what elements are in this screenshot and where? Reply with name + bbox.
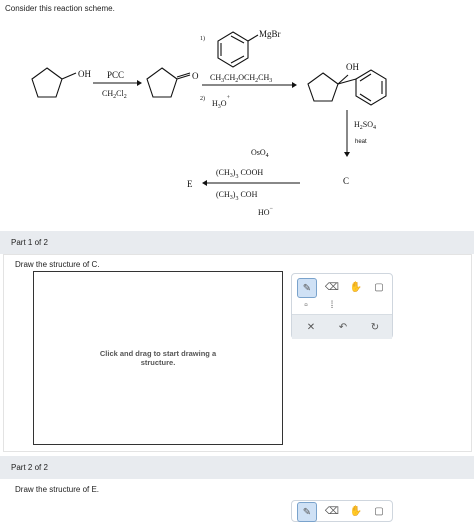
canvas-hint: Click and drag to start drawing a struct… — [99, 349, 217, 367]
h2so4-label: H2SO4 — [354, 120, 376, 131]
charge-minus-icon[interactable]: ▫ — [297, 296, 315, 314]
pcc-label: PCC — [107, 70, 124, 80]
redo-icon[interactable]: ↻ — [366, 318, 384, 336]
ether-solvent-label: CH3CH2OCH2CH3 — [210, 73, 272, 84]
bracket-icon[interactable]: ▢ — [370, 278, 388, 296]
heat-label: heat — [355, 139, 367, 145]
eraser-icon[interactable]: ⌫ — [323, 502, 341, 520]
action-bar: ✕ ↶ ↻ — [292, 314, 392, 339]
h3o-label: H3O+ — [212, 95, 231, 110]
drawing-canvas-part1[interactable]: Click and drag to start drawing a struct… — [33, 271, 283, 445]
part2-label: Part 2 of 2 — [11, 463, 48, 472]
eraser-icon[interactable]: ⌫ — [323, 278, 341, 296]
step1-label: 1) — [200, 35, 205, 42]
clear-icon[interactable]: ✕ — [302, 318, 320, 336]
product-oh-label: OH — [346, 62, 359, 72]
step2-label: 2) — [200, 95, 205, 102]
mgbr-label: MgBr — [259, 29, 281, 39]
reaction-scheme: OH PCC CH2Cl2 O 1) MgBr CH3CH2OCH2CH3 2)… — [31, 29, 387, 217]
phenylmagnesium-bromide-structure — [217, 31, 259, 68]
compound-e-label: E — [187, 179, 193, 189]
hand-icon[interactable]: ✋ — [347, 502, 365, 520]
pencil-icon[interactable]: ✎ — [297, 278, 317, 298]
part2-prompt: Draw the structure of E. — [15, 485, 100, 494]
part1-label: Part 1 of 2 — [11, 238, 48, 247]
pencil-icon[interactable]: ✎ — [297, 502, 317, 522]
ho-minus-label: HO− — [258, 206, 274, 217]
cyclopentanone-structure — [146, 67, 191, 98]
tertiary-alcohol-structure — [307, 69, 387, 106]
drawing-toolbox-part2: ✎ ⌫ ✋ ▢ — [291, 500, 393, 522]
oh-label: OH — [78, 69, 91, 79]
o-label: O — [192, 71, 199, 81]
ch2cl2-label: CH2Cl2 — [102, 89, 127, 100]
oso4-label: OsO4 — [251, 148, 269, 159]
part2-header — [0, 456, 474, 479]
tbu-coh-label: (CH3)3 COH — [216, 190, 258, 202]
part1-header — [0, 231, 474, 254]
cyclopentanol-structure — [31, 67, 77, 98]
compound-c-label: C — [343, 176, 349, 186]
hand-icon[interactable]: ✋ — [347, 278, 365, 296]
part1-prompt: Draw the structure of C. — [15, 260, 100, 269]
lone-pair-icon[interactable]: ⁞ — [323, 296, 341, 314]
bracket-icon[interactable]: ▢ — [370, 502, 388, 520]
drawing-toolbox-part1: ✎ ⌫ ✋ ▢ ▫ ⁞ ✕ ↶ ↻ — [291, 273, 393, 339]
undo-icon[interactable]: ↶ — [334, 318, 352, 336]
tbu-cooh-label: (CH3)3 COOH — [216, 168, 263, 180]
